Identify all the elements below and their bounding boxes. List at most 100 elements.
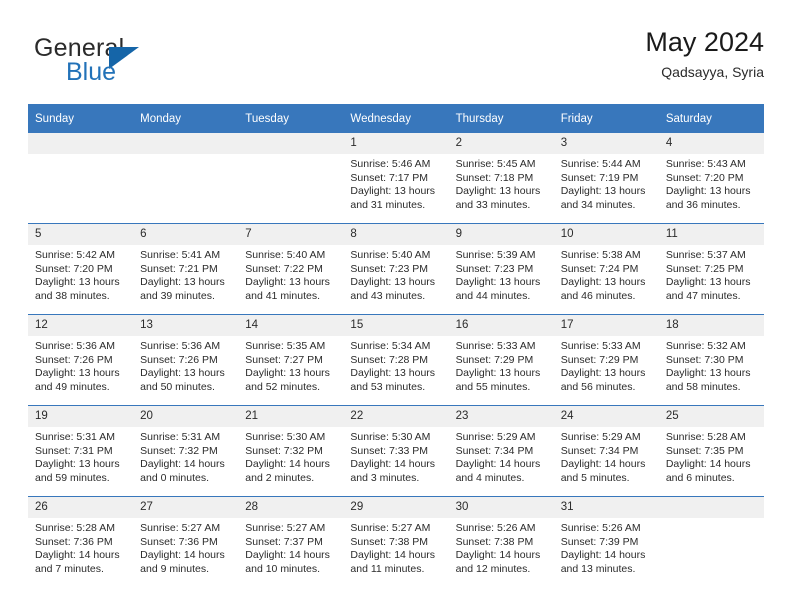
weekday-header-thursday: Thursday: [448, 104, 554, 133]
sunset-text: Sunset: 7:20 PM: [665, 171, 744, 184]
sunset-text: Sunset: 7:17 PM: [350, 171, 429, 184]
daylight-text-line1: Daylight: 13 hours: [455, 276, 541, 289]
calendar-day-cell[interactable]: 24 Sunrise: 5:29 AM Sunset: 7:34 PM Dayligh…: [553, 405, 659, 497]
calendar-day-cell[interactable]: 29 Sunrise: 5:27 AM Sunset: 7:38 PM Dayligh…: [343, 496, 449, 587]
calendar-day-cell[interactable]: 2 Sunrise: 5:45 AM Sunset: 7:18 PM Daylight…: [448, 133, 554, 224]
day-number: 3: [553, 133, 659, 154]
day-details: Sunrise: 5:38 AM Sunset: 7:24 PM Daylight:…: [554, 245, 659, 303]
day-number: 7: [238, 224, 344, 245]
day-details: Sunrise: 5:31 AM Sunset: 7:32 PM Daylight:…: [133, 427, 238, 485]
calendar-day-cell[interactable]: 4 Sunrise: 5:43 AM Sunset: 7:20 PM Daylight…: [658, 133, 764, 224]
sunrise-text: Sunrise: 5:30 AM: [245, 431, 326, 443]
calendar-day-cell[interactable]: 14 Sunrise: 5:35 AM Sunset: 7:27 PM Dayligh…: [238, 314, 344, 406]
calendar-day-cell[interactable]: 20 Sunrise: 5:31 AM Sunset: 7:32 PM Dayligh…: [133, 405, 239, 497]
daylight-text-line2: and 53 minutes.: [350, 380, 426, 393]
calendar-day-cell[interactable]: 3 Sunrise: 5:44 AM Sunset: 7:19 PM Daylight…: [553, 133, 659, 224]
day-number: 12: [28, 315, 134, 336]
sunset-text: Sunset: 7:24 PM: [560, 262, 639, 275]
day-number: 27: [133, 497, 239, 518]
calendar-day-cell[interactable]: 8 Sunrise: 5:40 AM Sunset: 7:23 PM Daylight…: [343, 223, 449, 315]
calendar-day-cell[interactable]: 1 Sunrise: 5:46 AM Sunset: 7:17 PM Daylight…: [343, 133, 449, 224]
daylight-text-line1: Daylight: 13 hours: [665, 185, 751, 198]
sunset-text: Sunset: 7:35 PM: [665, 444, 744, 457]
calendar-day-cell[interactable]: 21 Sunrise: 5:30 AM Sunset: 7:32 PM Dayligh…: [238, 405, 344, 497]
sunset-text: Sunset: 7:38 PM: [350, 535, 429, 548]
daylight-text-line2: and 46 minutes.: [560, 289, 636, 302]
calendar-day-cell[interactable]: 15 Sunrise: 5:34 AM Sunset: 7:28 PM Dayligh…: [343, 314, 449, 406]
sunrise-text: Sunrise: 5:33 AM: [560, 340, 641, 352]
calendar-day-cell[interactable]: 23 Sunrise: 5:29 AM Sunset: 7:34 PM Dayligh…: [448, 405, 554, 497]
daylight-text-line1: Daylight: 13 hours: [560, 276, 646, 289]
sunset-text: Sunset: 7:18 PM: [455, 171, 534, 184]
sunset-text: Sunset: 7:27 PM: [245, 353, 323, 366]
sunset-text: Sunset: 7:25 PM: [665, 262, 744, 275]
sunset-text: Sunset: 7:30 PM: [665, 353, 744, 366]
sunset-text: Sunset: 7:23 PM: [350, 262, 429, 275]
daylight-text-line1: Daylight: 14 hours: [140, 549, 225, 562]
sunrise-text: Sunrise: 5:31 AM: [35, 431, 115, 443]
calendar-day-cell[interactable]: 16 Sunrise: 5:33 AM Sunset: 7:29 PM Dayligh…: [448, 314, 554, 406]
calendar-day-cell[interactable]: 12 Sunrise: 5:36 AM Sunset: 7:26 PM Dayligh…: [28, 314, 134, 406]
calendar-day-cell[interactable]: 6 Sunrise: 5:41 AM Sunset: 7:21 PM Daylight…: [133, 223, 239, 315]
day-details: Sunrise: 5:27 AM Sunset: 7:37 PM Daylight:…: [238, 518, 343, 576]
calendar-day-cell[interactable]: 13 Sunrise: 5:36 AM Sunset: 7:26 PM Dayligh…: [133, 314, 239, 406]
sunset-text: Sunset: 7:36 PM: [35, 535, 113, 548]
calendar-day-cell[interactable]: 9 Sunrise: 5:39 AM Sunset: 7:23 PM Daylight…: [448, 223, 554, 315]
daylight-text-line1: Daylight: 13 hours: [140, 367, 225, 380]
calendar-day-cell[interactable]: 28 Sunrise: 5:27 AM Sunset: 7:37 PM Dayligh…: [238, 496, 344, 587]
calendar-day-cell[interactable]: 18 Sunrise: 5:32 AM Sunset: 7:30 PM Dayligh…: [658, 314, 764, 406]
brand-logo[interactable]: General Blue: [34, 34, 254, 90]
daylight-text-line1: Daylight: 14 hours: [560, 458, 646, 471]
sunrise-text: Sunrise: 5:35 AM: [245, 340, 326, 352]
calendar-day-cell[interactable]: 26 Sunrise: 5:28 AM Sunset: 7:36 PM Dayligh…: [28, 496, 134, 587]
calendar-day-cell[interactable]: 19 Sunrise: 5:31 AM Sunset: 7:31 PM Dayligh…: [28, 405, 134, 497]
calendar-day-cell[interactable]: 11 Sunrise: 5:37 AM Sunset: 7:25 PM Dayligh…: [658, 223, 764, 315]
weekday-header-monday: Monday: [133, 104, 239, 133]
daylight-text-line1: Daylight: 13 hours: [35, 276, 120, 289]
daylight-text-line1: Daylight: 13 hours: [35, 367, 120, 380]
page-header: General Blue May 2024 Qadsayya, Syria: [28, 26, 764, 94]
day-number: [658, 497, 764, 518]
day-number: 22: [343, 406, 449, 427]
calendar-day-cell[interactable]: 10 Sunrise: 5:38 AM Sunset: 7:24 PM Dayligh…: [553, 223, 659, 315]
day-number: 2: [448, 133, 554, 154]
calendar-cell-empty: [658, 496, 764, 587]
calendar-day-cell[interactable]: 22 Sunrise: 5:30 AM Sunset: 7:33 PM Dayligh…: [343, 405, 449, 497]
calendar-day-cell[interactable]: 31 Sunrise: 5:26 AM Sunset: 7:39 PM Dayligh…: [553, 496, 659, 587]
sunrise-text: Sunrise: 5:39 AM: [455, 249, 536, 261]
calendar-week-row: 12 Sunrise: 5:36 AM Sunset: 7:26 PM Dayligh…: [28, 314, 764, 406]
day-number: 16: [448, 315, 554, 336]
page-subtitle: Qadsayya, Syria: [661, 64, 764, 80]
calendar-day-cell[interactable]: 7 Sunrise: 5:40 AM Sunset: 7:22 PM Daylight…: [238, 223, 344, 315]
day-number: 30: [448, 497, 554, 518]
day-details: Sunrise: 5:40 AM Sunset: 7:22 PM Daylight:…: [238, 245, 343, 303]
sunset-text: Sunset: 7:20 PM: [35, 262, 113, 275]
calendar-day-cell[interactable]: 17 Sunrise: 5:33 AM Sunset: 7:29 PM Dayligh…: [553, 314, 659, 406]
daylight-text-line2: and 31 minutes.: [350, 198, 426, 211]
weekday-header-sunday: Sunday: [28, 104, 134, 133]
sunrise-text: Sunrise: 5:29 AM: [455, 431, 536, 443]
sunrise-text: Sunrise: 5:33 AM: [455, 340, 536, 352]
day-details: Sunrise: 5:33 AM Sunset: 7:29 PM Daylight:…: [554, 336, 659, 394]
sunrise-text: Sunrise: 5:28 AM: [665, 431, 746, 443]
sunset-text: Sunset: 7:29 PM: [560, 353, 639, 366]
sunrise-text: Sunrise: 5:42 AM: [35, 249, 115, 261]
calendar-day-cell[interactable]: 5 Sunrise: 5:42 AM Sunset: 7:20 PM Daylight…: [28, 223, 134, 315]
daylight-text-line1: Daylight: 14 hours: [455, 549, 541, 562]
daylight-text-line1: Daylight: 13 hours: [245, 367, 330, 380]
day-number: 20: [133, 406, 239, 427]
day-number: [133, 133, 239, 154]
daylight-text-line1: Daylight: 14 hours: [455, 458, 541, 471]
day-number: 15: [343, 315, 449, 336]
calendar-day-cell[interactable]: 27 Sunrise: 5:27 AM Sunset: 7:36 PM Dayligh…: [133, 496, 239, 587]
sunset-text: Sunset: 7:33 PM: [350, 444, 429, 457]
daylight-text-line2: and 43 minutes.: [350, 289, 426, 302]
daylight-text-line1: Daylight: 13 hours: [35, 458, 120, 471]
daylight-text-line1: Daylight: 13 hours: [455, 185, 541, 198]
daylight-text-line2: and 5 minutes.: [560, 471, 630, 484]
day-number: 1: [343, 133, 449, 154]
day-number: 6: [133, 224, 239, 245]
calendar-day-cell[interactable]: 25 Sunrise: 5:28 AM Sunset: 7:35 PM Dayligh…: [658, 405, 764, 497]
day-number: 17: [553, 315, 659, 336]
calendar-day-cell[interactable]: 30 Sunrise: 5:26 AM Sunset: 7:38 PM Dayligh…: [448, 496, 554, 587]
